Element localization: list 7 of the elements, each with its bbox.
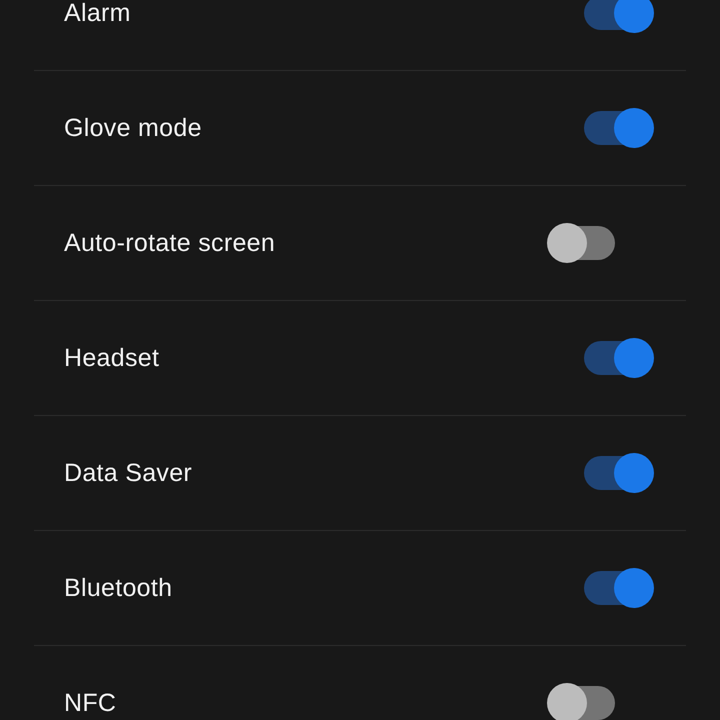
setting-label: Data Saver <box>64 458 192 488</box>
setting-label: Auto-rotate screen <box>64 228 276 258</box>
setting-label: NFC <box>64 688 116 718</box>
setting-label: Glove mode <box>64 114 202 142</box>
setting-label: Bluetooth <box>64 574 172 602</box>
setting-label: Headset <box>64 344 160 372</box>
setting-label: Alarm <box>64 0 131 28</box>
